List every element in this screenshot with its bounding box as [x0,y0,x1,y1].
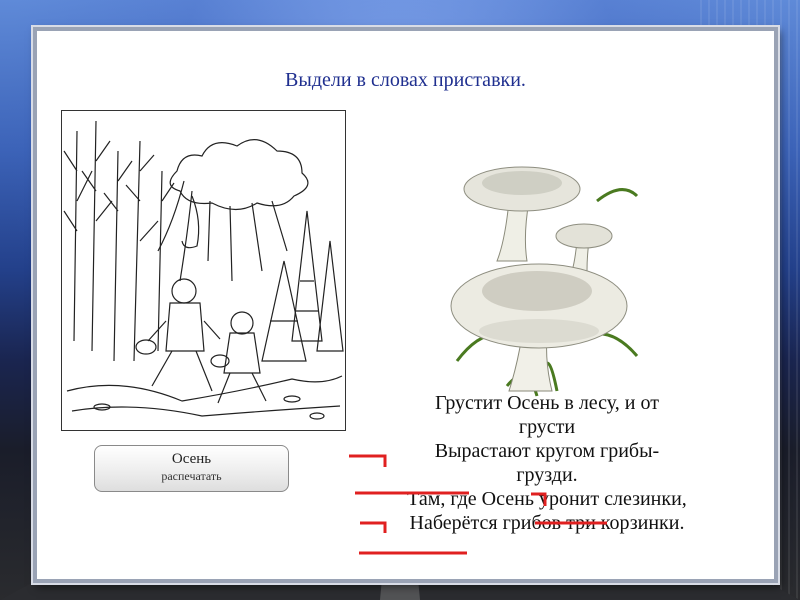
slide-title: Выдели в словах приставки. [285,69,526,91]
poem-line: Наберётся грибов три корзинки. [409,512,685,534]
button-sublabel: распечатать [161,469,222,483]
poem-line: грузди. [516,464,578,486]
print-autumn-button[interactable]: Осень распечатать [94,445,289,492]
poem-line: Вырастают кругом грибы- [434,440,660,462]
poem-line: грусти [518,416,576,438]
poem-line: Грустит Осень в лесу, и от [435,392,659,414]
button-label: Осень [171,451,212,467]
poem: Грустит Осень в лесу, и от грусти Выраст… [342,391,752,535]
autumn-drawing [61,110,346,431]
mushroom-illustration [450,166,639,397]
poem-line: Там, где Осень уронит слезинки, [407,488,687,510]
slide: Выдели в словах приставки. Осень распеча… [33,27,778,583]
